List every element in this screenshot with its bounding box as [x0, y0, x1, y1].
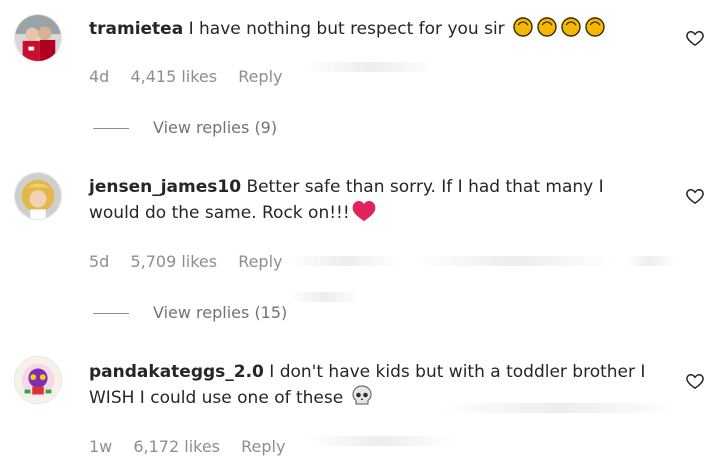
replies-divider: [93, 313, 129, 314]
like-heart-icon[interactable]: [685, 28, 705, 48]
comment-username[interactable]: tramietea: [89, 19, 183, 39]
reply-button[interactable]: Reply: [238, 252, 282, 271]
replies-divider: [93, 128, 129, 129]
comment-text: jensen_james10 Better safe than sorry. I…: [89, 174, 649, 230]
blur-artifact: [290, 292, 360, 302]
red-heart-emoji: [352, 200, 376, 230]
blur-artifact: [415, 256, 615, 266]
view-replies-button[interactable]: View replies (9): [93, 118, 277, 138]
like-heart-icon[interactable]: [685, 371, 705, 391]
like-count[interactable]: 5,709 likes: [130, 252, 217, 271]
comment-age[interactable]: 1w: [89, 437, 112, 456]
comment-age[interactable]: 4d: [89, 67, 109, 86]
comment-body: I have nothing but respect for you sir: [188, 19, 505, 39]
blur-artifact: [440, 403, 680, 413]
comment-text: tramietea I have nothing but respect for…: [89, 16, 669, 46]
comment-age[interactable]: 5d: [89, 252, 109, 271]
blur-artifact: [625, 256, 675, 266]
avatar[interactable]: [14, 172, 62, 220]
comment-meta: 1w 6,172 likes Reply: [89, 437, 301, 457]
like-heart-icon[interactable]: [685, 186, 705, 206]
view-replies-label: View replies (9): [153, 118, 278, 137]
blur-artifact: [290, 256, 400, 266]
comment-username[interactable]: pandakateggs_2.0: [89, 362, 264, 382]
clapping-hands-emoji: [512, 16, 612, 46]
avatar[interactable]: [14, 14, 62, 62]
like-count[interactable]: 4,415 likes: [130, 67, 217, 86]
comment-meta: 4d 4,415 likes Reply: [89, 67, 299, 87]
view-replies-button[interactable]: View replies (15): [93, 303, 287, 323]
skull-emoji: [351, 385, 373, 415]
comment-username[interactable]: jensen_james10: [89, 177, 241, 197]
blur-artifact: [305, 436, 455, 446]
blur-artifact: [305, 62, 435, 72]
avatar[interactable]: [14, 356, 62, 404]
view-replies-label: View replies (15): [153, 303, 288, 322]
comment-meta: 5d 5,709 likes Reply: [89, 252, 299, 272]
reply-button[interactable]: Reply: [238, 67, 282, 86]
like-count[interactable]: 6,172 likes: [133, 437, 220, 456]
reply-button[interactable]: Reply: [241, 437, 285, 456]
